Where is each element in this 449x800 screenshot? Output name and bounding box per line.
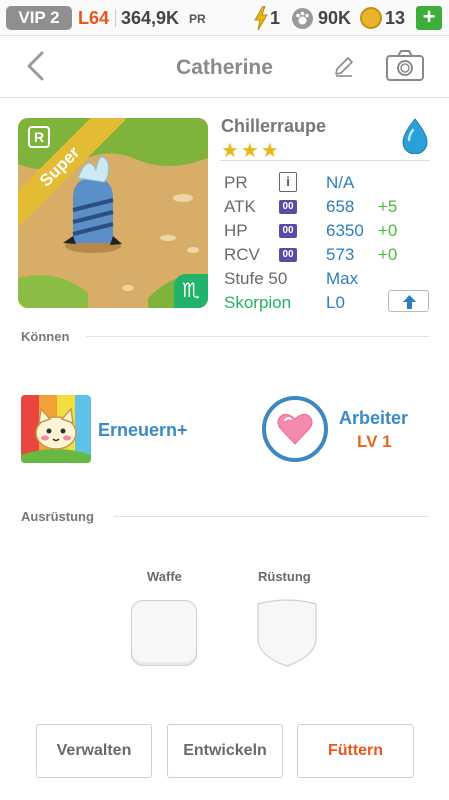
status-bar: VIP 2 L64 364,9K PR 1 90K 13 + [0, 0, 449, 36]
player-level: L64 [78, 8, 110, 28]
atk-bonus: +5 [378, 197, 398, 216]
coin-value: 13 [385, 8, 406, 28]
worker-badge[interactable] [262, 396, 328, 462]
water-element-icon [402, 118, 428, 154]
hp-bonus: +0 [378, 221, 398, 240]
coin-icon [360, 7, 382, 29]
page-title: Catherine [176, 56, 273, 79]
armor-slot[interactable] [254, 598, 320, 668]
equipment-divider [114, 516, 429, 517]
arrow-up-icon [403, 295, 416, 309]
zodiac-label: Skorpion [224, 293, 292, 312]
atk-label: ATK [224, 197, 256, 216]
cat-face-icon [21, 395, 91, 463]
weapon-slot[interactable] [131, 600, 197, 666]
manage-button[interactable]: Verwalten [36, 724, 152, 778]
skill-name[interactable]: Erneuern+ [98, 420, 188, 441]
rarity-badge: R [28, 126, 50, 148]
power-value: 364,9K [121, 8, 180, 28]
paw-value: 90K [318, 8, 352, 28]
equipment-section-title: Ausrüstung [21, 509, 94, 524]
rcv-bonus: +0 [378, 245, 398, 264]
upgrade-zodiac-button[interactable] [388, 290, 429, 312]
skills-divider [86, 336, 429, 337]
pr-label: PR [224, 173, 248, 192]
name-divider [220, 160, 430, 161]
weapon-label: Waffe [147, 569, 182, 584]
edit-icon[interactable] [332, 54, 356, 78]
heart-icon [277, 413, 313, 445]
zodiac-level: L0 [326, 293, 345, 312]
rcv-label: RCV [224, 245, 260, 264]
pet-portrait[interactable]: Super R ♏ [18, 118, 208, 308]
worker-title: Arbeiter [339, 408, 409, 428]
camera-icon[interactable] [385, 50, 425, 82]
rcv-badge: 00 [279, 248, 297, 262]
armor-label: Rüstung [258, 569, 311, 584]
info-icon[interactable]: i [279, 172, 297, 192]
zodiac-icon: ♏ [174, 274, 208, 308]
level-value: Max [326, 269, 359, 288]
evolve-button[interactable]: Entwickeln [167, 724, 283, 778]
level-label: Stufe 50 [224, 269, 288, 288]
hp-badge: 00 [279, 224, 297, 238]
vip-badge[interactable]: VIP 2 [6, 6, 72, 30]
paw-icon [292, 8, 313, 29]
atk-badge: 00 [279, 200, 297, 214]
status-divider [115, 9, 116, 27]
page-header: Catherine [0, 36, 449, 98]
energy-value: 1 [270, 8, 281, 28]
add-currency-button[interactable]: + [416, 6, 442, 30]
skill-icon[interactable] [21, 395, 91, 463]
skills-section-title: Können [21, 329, 70, 344]
pet-name: Chillerraupe [221, 116, 327, 136]
hp-label: HP [224, 221, 248, 240]
power-unit: PR [189, 12, 206, 26]
worker-level: LV 1 [357, 432, 392, 451]
lightning-icon [254, 6, 268, 30]
rcv-value: 573 [326, 245, 355, 264]
pr-value: N/A [326, 173, 355, 192]
hp-value: 6350 [326, 221, 364, 240]
atk-value: 658 [326, 197, 355, 216]
feed-button[interactable]: Füttern [297, 724, 414, 778]
